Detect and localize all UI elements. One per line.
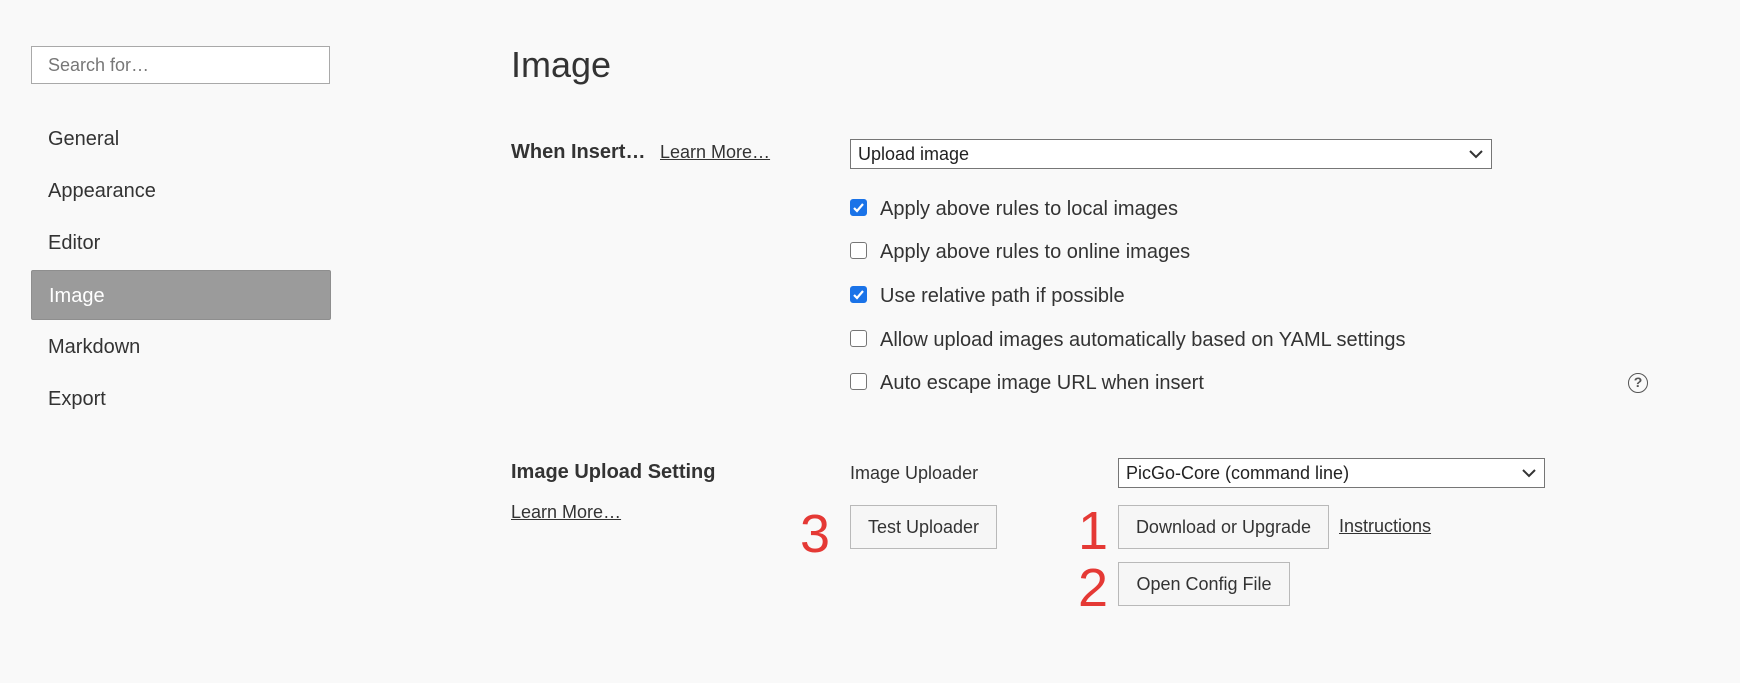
upload-setting-learn-more-link[interactable]: Learn More… [511, 502, 621, 523]
test-uploader-button[interactable]: Test Uploader [850, 505, 997, 549]
check-icon [853, 203, 864, 213]
checkbox-local-images[interactable] [850, 199, 867, 216]
when-insert-label: When Insert… [511, 141, 646, 163]
open-config-file-button[interactable]: Open Config File [1118, 562, 1290, 606]
checkbox-label: Allow upload images automatically based … [880, 329, 1406, 351]
page-title: Image [511, 44, 612, 85]
checkbox-label: Auto escape image URL when insert [880, 372, 1204, 394]
checkbox-yaml-upload[interactable] [850, 330, 867, 347]
checkbox-relative-path[interactable] [850, 286, 867, 303]
checkbox-auto-escape[interactable] [850, 373, 867, 390]
sidebar-item-markdown[interactable]: Markdown [31, 322, 331, 372]
sidebar-item-image[interactable]: Image [31, 270, 331, 320]
instructions-link[interactable]: Instructions [1339, 516, 1431, 537]
sidebar-item-general[interactable]: General [31, 114, 331, 164]
when-insert-learn-more-link[interactable]: Learn More… [660, 142, 770, 163]
checkbox-online-images[interactable] [850, 242, 867, 259]
image-uploader-label: Image Uploader [850, 463, 979, 483]
search-input[interactable] [31, 46, 330, 84]
sidebar-item-export[interactable]: Export [31, 374, 331, 424]
help-icon[interactable]: ? [1628, 373, 1648, 393]
annotation-number-3: 3 [800, 504, 831, 564]
annotation-number-2: 2 [1078, 558, 1109, 618]
checkbox-label: Apply above rules to local images [880, 198, 1178, 220]
checkbox-label: Use relative path if possible [880, 285, 1125, 307]
download-upgrade-button[interactable]: Download or Upgrade [1118, 505, 1329, 549]
image-uploader-select[interactable]: PicGo-Core (command line) [1118, 458, 1545, 488]
chevron-down-icon [1469, 150, 1483, 159]
check-icon [853, 290, 864, 300]
annotation-number-1: 1 [1078, 501, 1109, 561]
when-insert-select[interactable]: Upload image [850, 139, 1492, 169]
sidebar-item-appearance[interactable]: Appearance [31, 166, 331, 216]
upload-setting-label: Image Upload Setting [511, 461, 716, 483]
chevron-down-icon [1522, 469, 1536, 478]
when-insert-select-value: Upload image [858, 144, 970, 164]
image-uploader-select-value: PicGo-Core (command line) [1126, 463, 1350, 483]
checkbox-label: Apply above rules to online images [880, 241, 1191, 263]
sidebar-item-editor[interactable]: Editor [31, 218, 331, 268]
